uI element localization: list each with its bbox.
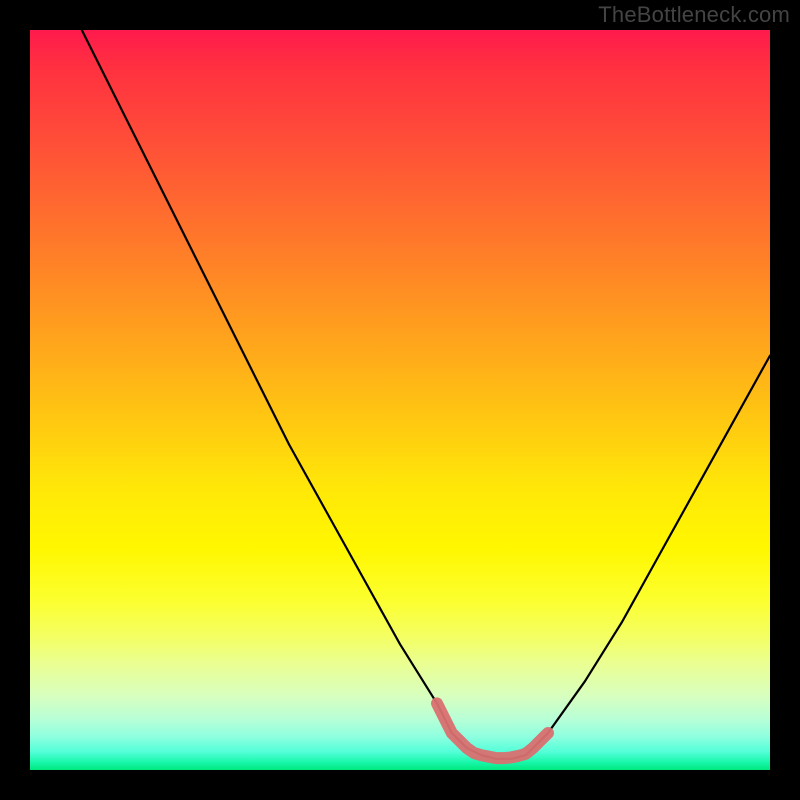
bottleneck-curve-line bbox=[82, 30, 770, 759]
plot-area bbox=[30, 30, 770, 770]
optimal-flat-region-line bbox=[437, 703, 548, 758]
curve-svg bbox=[30, 30, 770, 770]
watermark-text: TheBottleneck.com bbox=[598, 2, 790, 28]
chart-frame: TheBottleneck.com bbox=[0, 0, 800, 800]
